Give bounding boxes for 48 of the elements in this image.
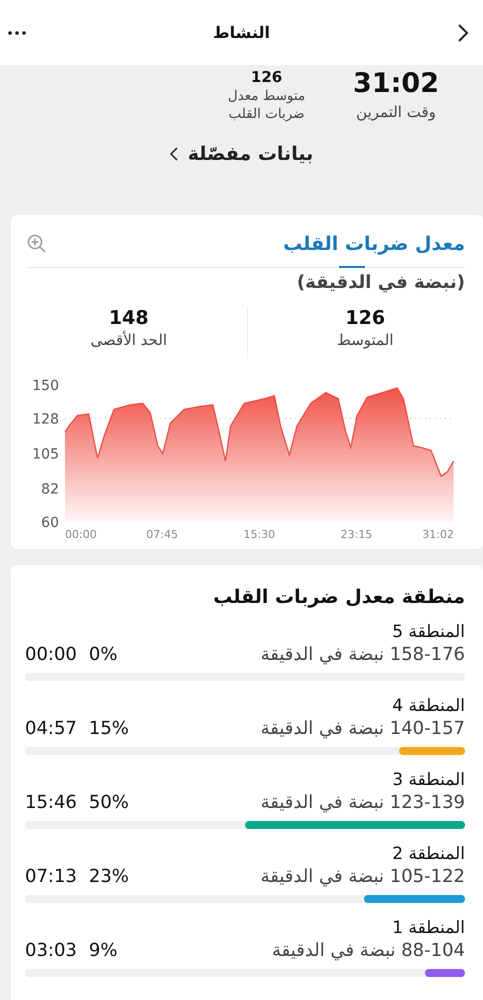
stat-label: متوسط معدل ضربات القلب (226, 87, 306, 123)
zone-time: 15:46 (25, 791, 77, 815)
zone-name: المنطقة 5 (392, 622, 465, 642)
y-axis-label: 128 (32, 412, 59, 428)
zone-range: 158-176 نبضة في الدقيقة (260, 643, 465, 667)
zone-percent: 9% (88, 939, 118, 963)
zone-range: 123-139 نبضة في الدقيقة (260, 791, 465, 815)
zone-time: 07:13 (25, 865, 77, 889)
unit-label: (نبضة في الدقيقة) (296, 272, 466, 293)
zone-range: 140-157 نبضة في الدقيقة (260, 717, 465, 741)
y-axis-label: 82 (41, 482, 59, 498)
tab-indicator (339, 266, 365, 268)
stat-value: 31:02 (353, 67, 439, 101)
zone-percent: 0% (88, 643, 118, 667)
zone-time: 03:03 (25, 939, 77, 963)
card-title: معدل ضربات القلب (283, 233, 465, 255)
zone-percent: 50% (88, 791, 129, 815)
zone-name: المنطقة 4 (392, 696, 465, 716)
y-axis-label: 105 (32, 446, 59, 462)
zone-range: 105-122 نبضة في الدقيقة (260, 865, 465, 889)
card-title: منطقة معدل ضربات القلب (212, 585, 465, 610)
chevron-icon (170, 147, 178, 161)
zone-percent: 15% (88, 717, 129, 741)
x-axis-label: 15:30 (243, 528, 276, 541)
zone-range: 88-104 نبضة في الدقيقة (271, 939, 465, 963)
screen-title: النشاط (213, 23, 270, 42)
stat-value: 148 (108, 307, 149, 329)
stat-value: 126 (250, 67, 282, 87)
more-icon[interactable] (8, 30, 26, 34)
x-axis-label: 00:00 (65, 528, 97, 541)
detailed-data-link[interactable]: بيانات مفصّلة (170, 143, 314, 165)
zone-time: 04:57 (25, 717, 77, 741)
zone-time: 00:00 (25, 643, 77, 667)
zone-name: المنطقة 2 (392, 844, 465, 864)
zoom-in-icon[interactable] (27, 234, 47, 254)
zone-percent: 23% (88, 865, 129, 889)
stat-label: وقت التمرين (356, 103, 436, 121)
stat-value: 126 (345, 307, 386, 329)
x-axis-label: 23:15 (340, 528, 372, 541)
x-axis-label: 31:02 (422, 528, 454, 541)
zone-name: المنطقة 3 (392, 770, 465, 790)
stat-label: المتوسط (337, 331, 394, 349)
y-axis-label: 60 (41, 515, 59, 531)
stat-label: الحد الأقصى (90, 331, 167, 349)
y-axis-label: 150 (32, 378, 59, 394)
zone-name: المنطقة 1 (392, 918, 465, 938)
x-axis-label: 07:45 (146, 528, 178, 541)
back-icon[interactable] (457, 22, 469, 42)
